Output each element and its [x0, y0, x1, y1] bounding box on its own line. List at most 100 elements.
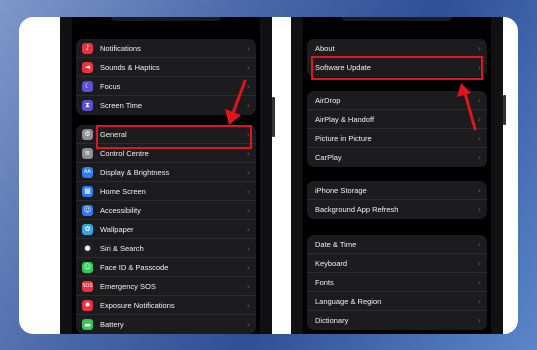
row-label: Display & Brightness [100, 167, 170, 177]
row-label: Date & Time [315, 239, 357, 249]
chevron-right-icon: › [477, 258, 481, 268]
settings-screen-left: ♪ Notifications › ◄ Sounds & Haptics › ☾ Focus ›… [72, 17, 260, 334]
row-label: Home Screen [100, 186, 146, 196]
dynamic-island [342, 17, 452, 21]
right-phone-screenshot: About › Software Update › AirDrop › AirPlay &… [291, 17, 503, 334]
settings-row-face-id-and-passcode[interactable]: ☺ Face ID & Passcode › [76, 258, 256, 277]
row-label: CarPlay [315, 153, 342, 162]
settings-row-wallpaper[interactable]: ✿ Wallpaper › [76, 220, 256, 239]
switches-icon: ≡ [82, 147, 93, 159]
row-label: Keyboard [315, 258, 348, 268]
display-icon: AA [82, 166, 93, 178]
settings-row-display-and-brightness[interactable]: AA Display & Brightness › [76, 163, 256, 182]
row-label: Sounds & Haptics [100, 62, 160, 72]
chevron-right-icon: › [477, 239, 481, 249]
chevron-right-icon: › [246, 243, 250, 253]
settings-row-emergency-sos[interactable]: SOS Emergency SOS › [76, 277, 256, 296]
settings-row-siri-and-search[interactable]: ● Siri & Search › [76, 239, 256, 258]
battery-icon: ▬ [82, 319, 93, 330]
row-label: Language & Region [315, 296, 382, 306]
general-screen-right: About › Software Update › AirDrop › AirPlay &… [303, 17, 491, 334]
general-group-storage: iPhone Storage › Background App Refresh › [307, 181, 487, 219]
settings-row-exposure-notifications[interactable]: ✹ Exposure Notifications › [76, 296, 256, 315]
settings-row-iphone-storage[interactable]: iPhone Storage › [307, 181, 487, 200]
side-button-right [503, 95, 506, 125]
chevron-right-icon: › [246, 320, 250, 329]
settings-row-dictionary[interactable]: Dictionary › [307, 311, 487, 330]
dynamic-island [111, 17, 221, 21]
chevron-right-icon: › [477, 277, 481, 287]
chevron-right-icon: › [246, 205, 250, 215]
hourglass-icon: ⧗ [82, 100, 93, 111]
settings-row-sounds-and-haptics[interactable]: ◄ Sounds & Haptics › [76, 58, 256, 77]
row-label: Notifications [100, 43, 141, 53]
arrow-to-general [225, 79, 247, 125]
chevron-right-icon: › [477, 43, 481, 53]
chevron-right-icon: › [477, 296, 481, 306]
grid-icon: ▦ [82, 185, 93, 197]
settings-row-software-update[interactable]: Software Update › [307, 58, 487, 77]
row-label: General [100, 129, 127, 139]
settings-row-home-screen[interactable]: ▦ Home Screen › [76, 182, 256, 201]
row-label: iPhone Storage [315, 185, 367, 195]
row-label: Siri & Search [100, 243, 144, 253]
exposure-icon: ✹ [82, 299, 93, 311]
chevron-right-icon: › [246, 43, 250, 53]
settings-row-accessibility[interactable]: ☺ Accessibility › [76, 201, 256, 220]
bell-icon: ♪ [82, 42, 93, 54]
chevron-right-icon: › [246, 262, 250, 272]
chevron-right-icon: › [246, 62, 250, 72]
row-label: Dictionary [315, 316, 349, 325]
moon-icon: ☾ [82, 80, 93, 92]
flower-icon: ✿ [82, 223, 93, 235]
settings-row-carplay[interactable]: CarPlay › [307, 148, 487, 167]
chevron-right-icon: › [246, 186, 250, 196]
side-button-left [272, 97, 275, 137]
settings-row-fonts[interactable]: Fonts › [307, 273, 487, 292]
chevron-right-icon: › [246, 281, 250, 291]
chevron-right-icon: › [246, 300, 250, 310]
chevron-right-icon: › [477, 133, 481, 143]
accessibility-icon: ☺ [82, 204, 93, 216]
speaker-icon: ◄ [82, 61, 93, 73]
settings-row-background-app-refresh[interactable]: Background App Refresh › [307, 200, 487, 219]
row-label: Software Update [315, 63, 371, 72]
chevron-right-icon: › [246, 167, 250, 177]
settings-group-general: ⚙ General › ≡ Control Centre › AA Display & Bri… [76, 125, 256, 334]
row-label: Wallpaper [100, 224, 134, 234]
row-label: Fonts [315, 277, 334, 287]
row-label: AirPlay & Handoff [315, 114, 375, 124]
row-label: About [315, 43, 335, 53]
chevron-right-icon: › [477, 316, 481, 325]
settings-row-date-and-time[interactable]: Date & Time › [307, 235, 487, 254]
row-label: Accessibility [100, 205, 141, 215]
chevron-right-icon: › [477, 205, 481, 214]
arrow-to-software-update [457, 83, 477, 131]
row-label: AirDrop [315, 95, 341, 105]
settings-row-language-and-region[interactable]: Language & Region › [307, 292, 487, 311]
chevron-right-icon: › [246, 224, 250, 234]
settings-row-about[interactable]: About › [307, 39, 487, 58]
chevron-right-icon: › [246, 148, 250, 158]
settings-row-battery[interactable]: ▬ Battery › [76, 315, 256, 334]
general-group-datetime: Date & Time › Keyboard › Fonts › Language & Re… [307, 235, 487, 330]
row-label: Battery [100, 320, 124, 329]
sos-icon: SOS [82, 280, 93, 292]
settings-row-control-centre[interactable]: ≡ Control Centre › [76, 144, 256, 163]
row-label: Background App Refresh [315, 205, 399, 214]
row-label: Face ID & Passcode [100, 262, 169, 272]
row-label: Picture in Picture [315, 133, 372, 143]
chevron-right-icon: › [246, 129, 250, 139]
left-phone-screenshot: ♪ Notifications › ◄ Sounds & Haptics › ☾ Focus ›… [60, 17, 272, 334]
chevron-right-icon: › [477, 153, 481, 162]
settings-row-general[interactable]: ⚙ General › [76, 125, 256, 144]
row-label: Control Centre [100, 148, 149, 158]
chevron-right-icon: › [477, 63, 481, 72]
general-group-about: About › Software Update › [307, 39, 487, 77]
settings-row-keyboard[interactable]: Keyboard › [307, 254, 487, 273]
tutorial-card: ♪ Notifications › ◄ Sounds & Haptics › ☾ Focus ›… [19, 17, 518, 334]
chevron-right-icon: › [477, 185, 481, 195]
gear-icon: ⚙ [82, 128, 93, 140]
settings-row-notifications[interactable]: ♪ Notifications › [76, 39, 256, 58]
face-id-icon: ☺ [82, 261, 93, 273]
